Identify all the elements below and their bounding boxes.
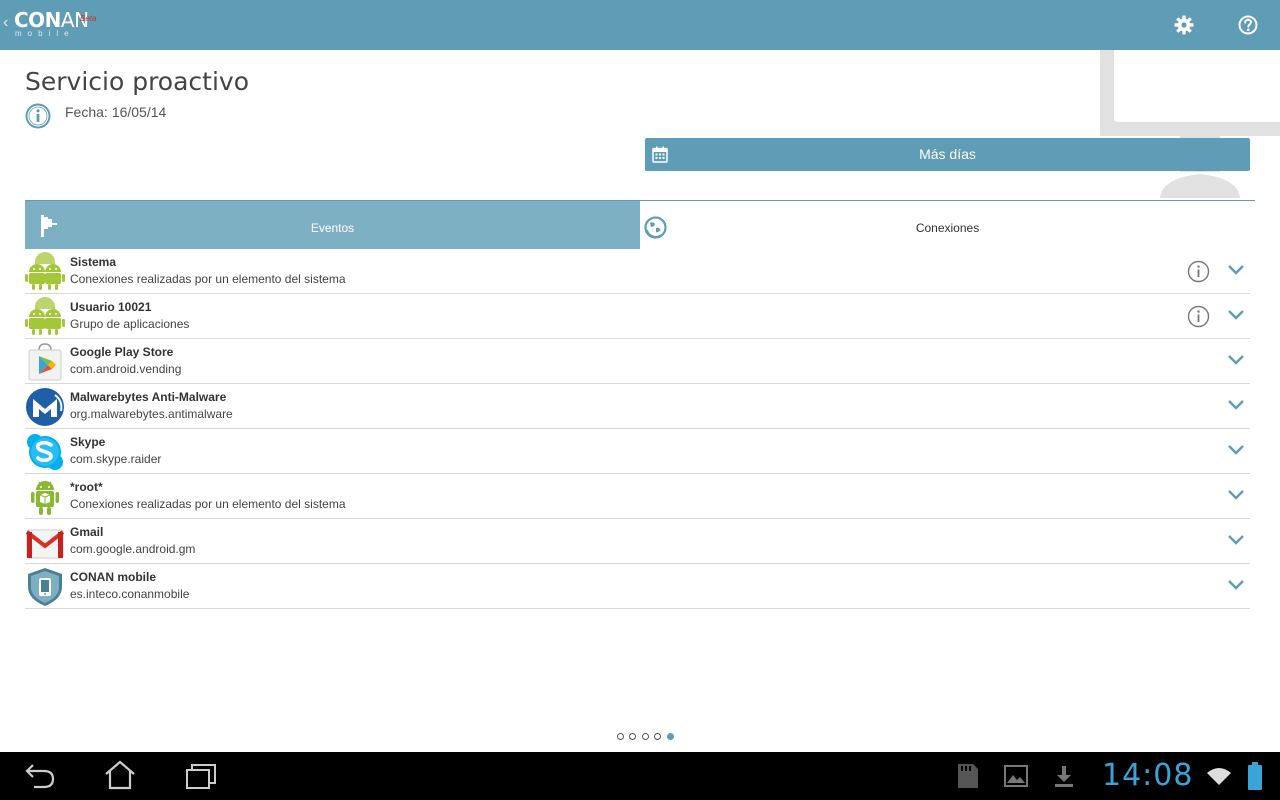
more-days-label: Más días — [919, 146, 976, 162]
chevron-down-icon[interactable] — [1227, 309, 1245, 321]
gmail-icon — [25, 529, 65, 559]
info-icon — [25, 103, 51, 129]
app-name: CONAN mobile — [70, 570, 157, 584]
app-name: Skype — [70, 435, 106, 449]
app-name: *root* — [70, 480, 103, 494]
info-icon[interactable] — [1187, 260, 1210, 283]
page-dot-active[interactable] — [666, 733, 674, 740]
conan-logo[interactable]: CONAN mobile Beta — [14, 8, 96, 40]
system-navigation-bar: 14:08 — [0, 752, 1280, 800]
page-dot[interactable] — [641, 733, 649, 740]
date-row: Fecha: 16/05/14 — [65, 104, 166, 120]
tab-eventos-label: Eventos — [310, 221, 355, 235]
app-name: Sistema — [70, 255, 117, 269]
page-title: Servicio proactivo — [25, 67, 249, 96]
chevron-down-icon[interactable] — [1227, 444, 1245, 456]
logo-subtitle: mobile — [15, 29, 75, 38]
connections-list: Sistema Conexiones realizadas por un ele… — [25, 249, 1250, 609]
app-name: Usuario 10021 — [70, 300, 152, 314]
page-dot[interactable] — [629, 733, 637, 740]
android-group-icon — [25, 297, 65, 335]
date-value: 16/05/14 — [111, 104, 167, 120]
app-detail: es.inteco.conanmobile — [70, 587, 190, 601]
flag-icon — [41, 215, 57, 237]
tab-bar: Eventos Conexiones — [25, 200, 1255, 249]
page-dot[interactable] — [654, 733, 662, 740]
tab-conexiones[interactable]: Conexiones — [640, 206, 1255, 249]
wifi-icon — [1207, 768, 1231, 785]
app-detail: com.android.vending — [70, 362, 182, 376]
app-name: Gmail — [70, 525, 104, 539]
page-dot[interactable] — [617, 733, 624, 740]
conan-shield-icon — [28, 568, 62, 606]
help-icon[interactable] — [1236, 13, 1260, 37]
chevron-down-icon[interactable] — [1227, 399, 1245, 411]
android-robot-icon — [31, 481, 59, 515]
app-name: Malwarebytes Anti-Malware — [70, 390, 227, 404]
page-indicator — [617, 733, 675, 743]
recent-apps-icon[interactable] — [185, 762, 217, 790]
calendar-icon — [652, 146, 668, 163]
list-item[interactable]: Google Play Store com.android.vending — [25, 339, 1250, 384]
logo-text: CONAN — [14, 8, 89, 32]
list-item[interactable]: Usuario 10021 Grupo de aplicaciones — [25, 294, 1250, 339]
list-item[interactable]: *root* Conexiones realizadas por un elem… — [25, 474, 1250, 519]
play-store-icon — [28, 343, 62, 381]
date-label: Fecha: — [65, 104, 108, 120]
list-item[interactable]: Malwarebytes Anti-Malware org.malwarebyt… — [25, 384, 1250, 429]
list-item[interactable]: Gmail com.google.android.gm — [25, 519, 1250, 564]
action-bar: ‹ CONAN mobile Beta — [0, 0, 1280, 50]
app-detail: Conexiones realizadas por un elemento de… — [70, 272, 346, 286]
battery-icon — [1248, 762, 1262, 790]
sd-card-icon — [958, 764, 978, 788]
app-detail: com.skype.raider — [70, 452, 162, 466]
download-icon — [1055, 766, 1073, 787]
list-item[interactable]: Sistema Conexiones realizadas por un ele… — [25, 249, 1250, 294]
app-name: Google Play Store — [70, 345, 174, 359]
malwarebytes-icon — [26, 388, 64, 426]
skype-icon — [27, 434, 63, 470]
chevron-down-icon[interactable] — [1227, 264, 1245, 276]
more-days-button[interactable]: Más días — [645, 138, 1250, 171]
app-detail: Grupo de aplicaciones — [70, 317, 190, 331]
connections-globe-icon — [644, 216, 667, 239]
back-icon[interactable] — [24, 762, 56, 790]
beta-badge: Beta — [80, 14, 97, 23]
list-item[interactable]: CONAN mobile es.inteco.conanmobile — [25, 564, 1250, 609]
list-item[interactable]: Skype com.skype.raider — [25, 429, 1250, 474]
gallery-icon — [1004, 765, 1028, 787]
tab-conexiones-label: Conexiones — [915, 221, 980, 235]
app-detail: com.google.android.gm — [70, 542, 196, 556]
app-detail: Conexiones realizadas por un elemento de… — [70, 497, 346, 511]
chevron-down-icon[interactable] — [1227, 489, 1245, 501]
info-icon[interactable] — [1187, 305, 1210, 328]
tab-eventos[interactable]: Eventos — [25, 201, 640, 249]
app-detail: org.malwarebytes.antimalware — [70, 407, 233, 421]
chevron-down-icon[interactable] — [1227, 354, 1245, 366]
settings-gear-icon[interactable] — [1172, 13, 1196, 37]
chevron-down-icon[interactable] — [1227, 579, 1245, 591]
clock[interactable]: 14:08 — [1102, 758, 1193, 793]
monitor-illustration — [1100, 50, 1280, 198]
up-navigation-icon[interactable]: ‹ — [3, 14, 8, 32]
home-icon[interactable] — [104, 760, 136, 790]
chevron-down-icon[interactable] — [1227, 534, 1245, 546]
android-group-icon — [25, 252, 65, 290]
